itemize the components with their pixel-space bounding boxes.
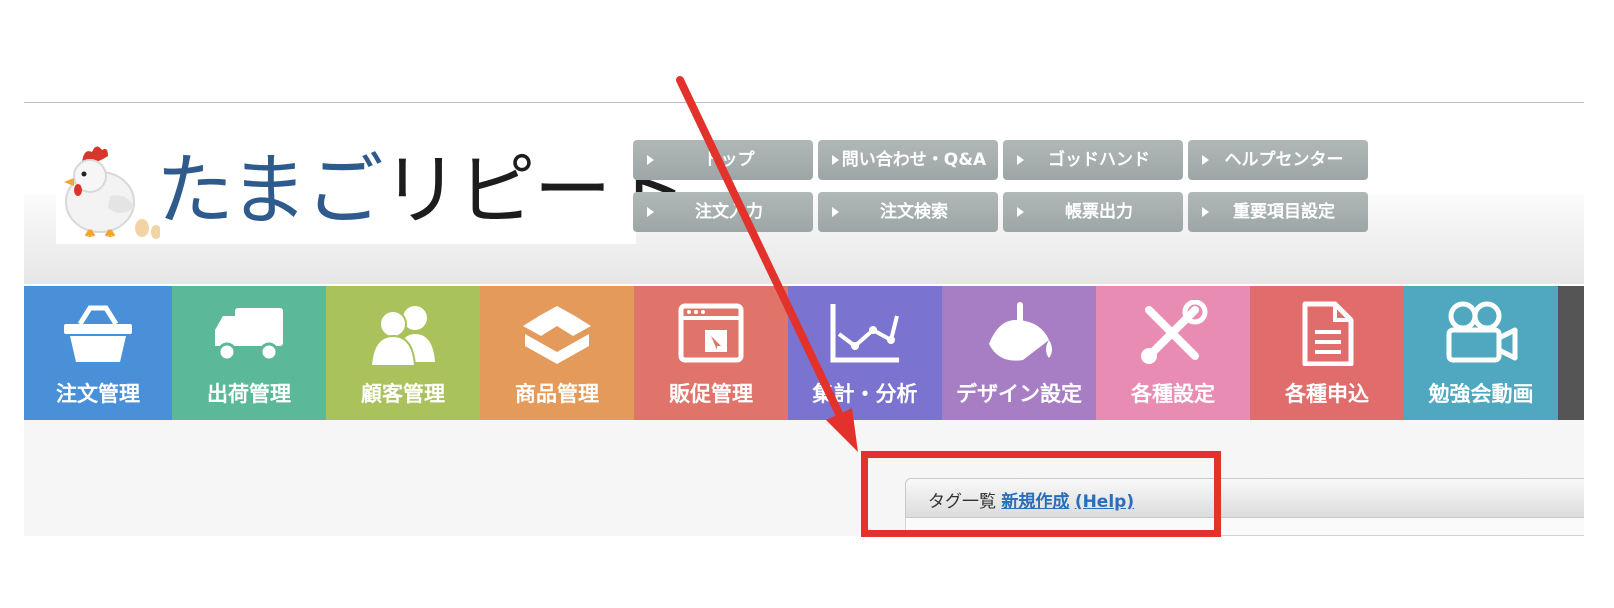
nav-label: 集計・分析 — [812, 382, 918, 406]
quick-link-label: 帳票出力 — [1065, 202, 1133, 222]
logo-text: たまごリピート — [156, 144, 688, 238]
nav-item-settings[interactable]: 各種設定 — [1096, 286, 1250, 420]
nav-item-analytics[interactable]: 集計・分析 — [788, 286, 942, 420]
arrow-right-icon — [832, 207, 839, 217]
quick-link-label: ヘルプセンター — [1224, 150, 1344, 170]
quick-link-label: 問い合わせ・Q&A — [841, 150, 987, 170]
app-logo[interactable]: たまごリピート — [56, 138, 688, 244]
quick-links: トップ 問い合わせ・Q&A ゴッドハンド ヘルプセンター 注文入力 注文検索 帳… — [633, 140, 1393, 236]
quick-link-label: ゴッドハンド — [1048, 150, 1150, 170]
arrow-right-icon — [647, 155, 654, 165]
basket-icon — [64, 305, 132, 362]
arrow-right-icon — [1202, 207, 1209, 217]
nav-label: 各種設定 — [1131, 382, 1215, 406]
arrow-right-icon — [1202, 155, 1209, 165]
truck-icon — [215, 308, 283, 362]
quick-link-order-entry[interactable]: 注文入力 — [633, 192, 813, 232]
arrow-right-icon — [647, 207, 654, 217]
arrow-right-icon — [1017, 155, 1024, 165]
video-camera-icon — [1446, 301, 1518, 363]
quick-link-label: 注文入力 — [695, 202, 763, 222]
quick-link-godhand[interactable]: ゴッドハンド — [1003, 140, 1183, 180]
quick-link-key-settings[interactable]: 重要項目設定 — [1188, 192, 1368, 232]
quick-link-top[interactable]: トップ — [633, 140, 813, 180]
nav-item-design-settings[interactable]: デザイン設定 — [942, 286, 1096, 420]
nav-label: 販促管理 — [669, 382, 753, 406]
nav-label: 各種申込 — [1285, 382, 1369, 406]
nav-label: 顧客管理 — [361, 382, 445, 406]
nav-item-overflow[interactable] — [1558, 286, 1584, 420]
box-icon — [523, 306, 591, 364]
nav-label: 商品管理 — [515, 382, 599, 406]
nav-item-products[interactable]: 商品管理 — [480, 286, 634, 420]
top-divider — [24, 102, 1584, 103]
arrow-right-icon — [1017, 207, 1024, 217]
nav-item-customers[interactable]: 顧客管理 — [326, 286, 480, 420]
arrow-right-icon — [832, 155, 839, 165]
quick-link-order-search[interactable]: 注文検索 — [818, 192, 998, 232]
nav-item-applications[interactable]: 各種申込 — [1250, 286, 1404, 420]
nav-item-promotions[interactable]: 販促管理 — [634, 286, 788, 420]
chicken-logo-icon — [64, 146, 160, 239]
document-icon — [1302, 301, 1354, 366]
quick-link-label: 重要項目設定 — [1233, 202, 1335, 222]
nav-label: デザイン設定 — [956, 382, 1082, 406]
nav-label: 出荷管理 — [207, 382, 291, 406]
browser-icon — [678, 303, 744, 363]
quick-link-help-center[interactable]: ヘルプセンター — [1188, 140, 1368, 180]
annotation-highlight-box — [861, 451, 1221, 537]
nav-label: 注文管理 — [56, 382, 140, 406]
quick-link-label: 注文検索 — [880, 202, 948, 222]
paint-bucket-icon — [989, 302, 1052, 361]
users-icon — [369, 306, 435, 366]
nav-label: 勉強会動画 — [1428, 382, 1534, 406]
nav-item-shipping[interactable]: 出荷管理 — [172, 286, 326, 420]
tools-icon — [1141, 300, 1208, 364]
line-chart-icon — [830, 304, 899, 363]
nav-item-orders[interactable]: 注文管理 — [24, 286, 172, 420]
main-nav: 注文管理 出荷管理 顧客管理 商品管理 販促管理 集計・分析 デザイン設定 各種… — [24, 286, 1584, 420]
nav-item-study-videos[interactable]: 勉強会動画 — [1404, 286, 1558, 420]
logo-text-blue: たまご — [156, 146, 384, 236]
quick-link-forms-output[interactable]: 帳票出力 — [1003, 192, 1183, 232]
quick-link-label: トップ — [703, 150, 755, 170]
quick-link-inquiry[interactable]: 問い合わせ・Q&A — [818, 140, 998, 180]
